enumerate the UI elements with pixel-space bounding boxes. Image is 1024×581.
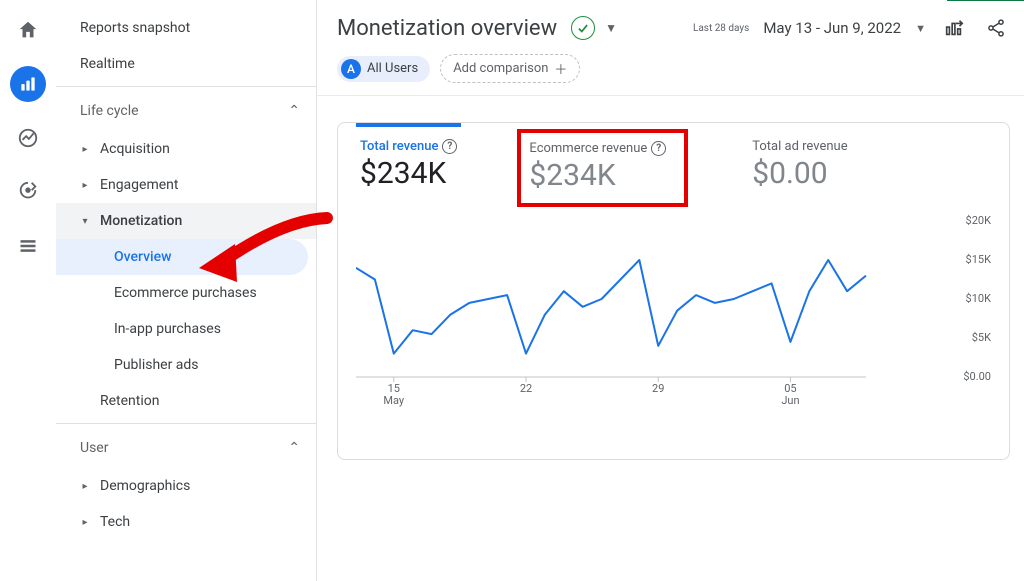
y-tick-label: $5K — [972, 331, 991, 344]
metric-total-revenue[interactable]: Total revenue ? $234K — [356, 123, 461, 207]
nav-item-label: Demographics — [100, 478, 190, 494]
y-tick-label: $0.00 — [963, 370, 991, 383]
revenue-chart: $20K $15K $10K $5K $0.00 15May 22 29 05Jun — [356, 217, 991, 447]
chip-add-comparison[interactable]: Add comparison ＋ — [440, 54, 580, 83]
date-range-value[interactable]: May 13 - Jun 9, 2022 — [763, 19, 901, 37]
caret-right-icon: ▸ — [80, 481, 90, 492]
metric-ecommerce-revenue[interactable]: Ecommerce revenue ? $234K — [517, 129, 688, 207]
metric-value: $234K — [360, 156, 457, 191]
metric-label-text: Total revenue — [360, 139, 438, 154]
nav-subitem-publisher-ads[interactable]: Publisher ads — [56, 347, 316, 383]
report-nav: Reports snapshot Realtime Life cycle ⌃ ▸… — [56, 0, 316, 581]
nav-realtime[interactable]: Realtime — [56, 46, 316, 82]
nav-item-label: Acquisition — [100, 141, 170, 157]
content-divider — [317, 95, 1024, 96]
nav-item-demographics[interactable]: ▸ Demographics — [56, 468, 316, 504]
nav-item-label: Monetization — [100, 213, 182, 229]
revenue-card: Total revenue ? $234K Ecommerce revenue … — [337, 122, 1010, 460]
advertising-icon[interactable] — [10, 174, 46, 210]
metric-label-text: Total ad revenue — [752, 139, 847, 154]
y-axis: $20K $15K $10K $5K $0.00 — [941, 217, 991, 447]
help-icon[interactable]: ? — [442, 139, 457, 154]
nav-item-label: Retention — [100, 393, 160, 409]
chevron-up-icon: ⌃ — [288, 440, 300, 456]
customize-report-icon[interactable] — [940, 14, 968, 42]
nav-item-acquisition[interactable]: ▸ Acquisition — [56, 131, 316, 167]
chip-badge: A — [341, 59, 361, 79]
nav-subitem-ecommerce-purchases[interactable]: Ecommerce purchases — [56, 275, 316, 311]
x-tick-label: 29 — [652, 383, 664, 395]
nav-item-monetization[interactable]: ▾ Monetization — [56, 203, 316, 239]
app-root: Reports snapshot Realtime Life cycle ⌃ ▸… — [0, 0, 1024, 581]
nav-section-lifecycle[interactable]: Life cycle ⌃ — [56, 91, 316, 131]
caret-right-icon: ▸ — [80, 517, 90, 528]
x-tick-label: 15May — [383, 383, 404, 407]
date-range-label: Last 28 days — [693, 23, 749, 34]
nav-item-label: Tech — [100, 514, 130, 530]
y-tick-label: $10K — [966, 292, 991, 305]
metric-ad-revenue[interactable]: Total ad revenue $0.00 — [748, 125, 851, 207]
nav-item-tech[interactable]: ▸ Tech — [56, 504, 316, 540]
metric-tabs: Total revenue ? $234K Ecommerce revenue … — [356, 125, 991, 207]
y-tick-label: $15K — [966, 253, 991, 266]
page-header: Monetization overview ▼ Last 28 days May… — [337, 0, 1010, 50]
status-check-icon[interactable] — [571, 16, 595, 40]
metric-value: $234K — [529, 158, 666, 193]
reports-icon[interactable] — [10, 66, 46, 102]
comparison-chips: A All Users Add comparison ＋ — [337, 54, 1010, 83]
x-tick-label: 22 — [520, 383, 532, 395]
nav-section-label: Life cycle — [80, 103, 139, 119]
explore-icon[interactable] — [10, 120, 46, 156]
caret-down-icon: ▾ — [80, 216, 90, 227]
main-content: Monetization overview ▼ Last 28 days May… — [317, 0, 1024, 581]
nav-section-user[interactable]: User ⌃ — [56, 428, 316, 468]
configure-icon[interactable] — [10, 228, 46, 264]
nav-item-engagement[interactable]: ▸ Engagement — [56, 167, 316, 203]
nav-item-retention[interactable]: Retention — [56, 383, 316, 419]
nav-section-label: User — [80, 440, 108, 456]
metric-value: $0.00 — [752, 156, 847, 191]
x-axis: 15May 22 29 05Jun — [356, 383, 941, 413]
chip-label: Add comparison — [453, 61, 548, 76]
nav-reports-snapshot[interactable]: Reports snapshot — [56, 10, 316, 46]
date-range-dropdown-icon[interactable]: ▼ — [915, 22, 926, 35]
page-title: Monetization overview — [337, 16, 557, 41]
share-icon[interactable] — [982, 14, 1010, 42]
chip-label: All Users — [367, 61, 418, 76]
nav-subitem-in-app-purchases[interactable]: In-app purchases — [56, 311, 316, 347]
home-icon[interactable] — [10, 12, 46, 48]
nav-subitem-overview[interactable]: Overview — [56, 239, 308, 275]
caret-right-icon: ▸ — [80, 144, 90, 155]
chevron-up-icon: ⌃ — [288, 103, 300, 119]
icon-rail — [0, 0, 56, 581]
chip-all-users[interactable]: A All Users — [337, 56, 430, 82]
x-tick-label: 05Jun — [781, 383, 799, 407]
nav-item-label: Engagement — [100, 177, 178, 193]
nav-divider — [56, 423, 316, 424]
plus-icon: ＋ — [554, 59, 567, 78]
metric-label-text: Ecommerce revenue — [529, 141, 647, 156]
y-tick-label: $20K — [966, 214, 991, 227]
help-icon[interactable]: ? — [651, 141, 666, 156]
caret-right-icon: ▸ — [80, 180, 90, 191]
status-dropdown-icon[interactable]: ▼ — [605, 21, 617, 35]
decorative-strip — [947, 0, 1024, 1]
nav-divider — [56, 86, 316, 87]
